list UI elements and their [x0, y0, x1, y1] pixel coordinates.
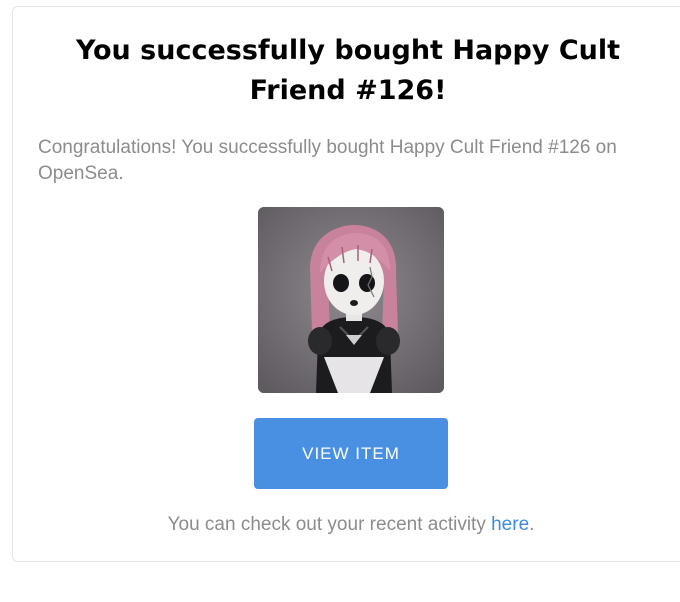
congratulations-message: Congratulations! You successfully bought… [38, 137, 617, 184]
footer-prefix: You can check out your recent activity [167, 514, 492, 535]
recent-activity-message: You can check out your recent activity h… [13, 512, 680, 538]
footer-suffix: . [529, 514, 535, 535]
recent-activity-link[interactable]: here [491, 514, 529, 535]
view-item-button[interactable]: VIEW ITEM [254, 418, 448, 489]
nft-illustration [258, 207, 444, 393]
nft-image [258, 207, 444, 393]
email-card: You successfully bought Happy Cult Frien… [12, 6, 680, 562]
title-line-2: Friend #126! [249, 75, 447, 106]
page-title: You successfully bought Happy Cult Frien… [13, 31, 680, 111]
title-line-1: You successfully bought Happy Cult [75, 35, 621, 66]
